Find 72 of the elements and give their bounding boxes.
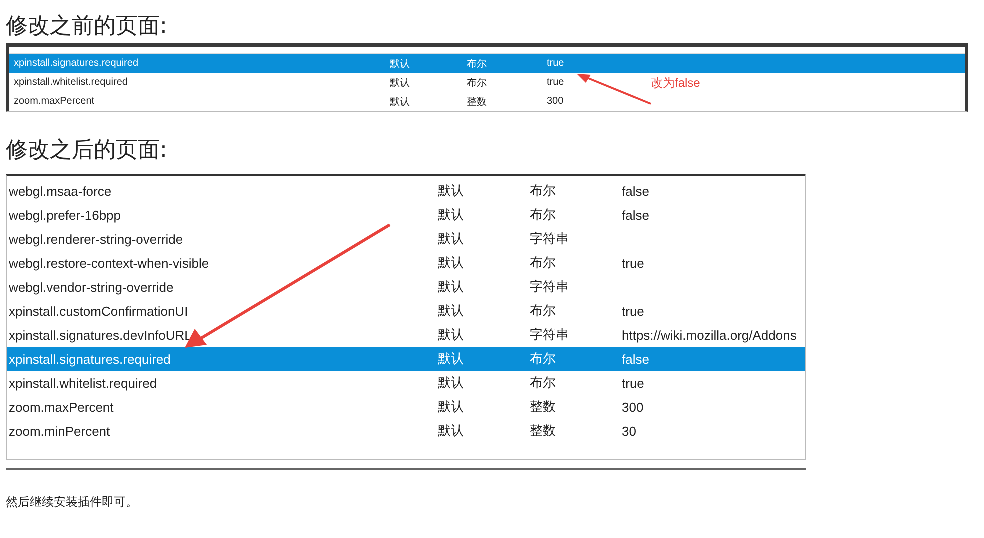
table-row[interactable]: zoom.maxPercent 默认 整数 300	[9, 92, 639, 111]
table-row[interactable]: webgl.msaa-force 默认 布尔 false	[7, 179, 805, 203]
table-cell-text: true	[622, 376, 646, 390]
table-row[interactable]: xpinstall.signatures.required 默认 布尔 true	[9, 54, 965, 73]
table-cell-text: xpinstall.signatures.devInfoURL	[9, 328, 193, 342]
table-cell-text: 默认	[390, 76, 411, 90]
table-cell-text: 30	[622, 424, 638, 438]
section-heading: 修改之前的页面:	[6, 13, 168, 41]
table-row[interactable]: xpinstall.whitelist.required 默认 布尔 true	[9, 73, 639, 92]
table-cell-text: 布尔	[530, 206, 557, 224]
table-row[interactable]: xpinstall.signatures.devInfoURL 默认 字符串 https://wiki.mozilla.org/Addons	[7, 323, 805, 347]
table-cell-text: xpinstall.whitelist.required	[9, 376, 158, 390]
table-row[interactable]: webgl.prefer-16bpp 默认 布尔 false	[7, 203, 805, 227]
table-cell-text: zoom.maxPercent	[14, 96, 96, 107]
table-cell-text: webgl.vendor-string-override	[9, 280, 175, 294]
table-cell-text: 整数	[530, 398, 557, 416]
table-cell-text: true	[622, 256, 646, 270]
table-cell-text: webgl.renderer-string-override	[9, 232, 184, 246]
table-cell-text: zoom.minPercent	[9, 424, 112, 438]
table-cell-text: https://wiki.mozilla.org/Addons	[622, 328, 798, 342]
table-cell-text: webgl.restore-context-when-visible	[9, 256, 210, 270]
table-row[interactable]: webgl.renderer-string-override 默认 字符串	[7, 227, 805, 251]
table-cell-text: false	[622, 184, 650, 198]
table-cell-text: 布尔	[467, 76, 488, 90]
table-row[interactable]: xpinstall.whitelist.required 默认 布尔 true	[7, 371, 805, 395]
table-cell-text: 默认	[438, 230, 465, 248]
table-cell-text: 默认	[438, 374, 465, 392]
table-cell-text: 默认	[438, 422, 465, 440]
table-cell-text: 布尔	[530, 350, 557, 368]
table-row[interactable]: zoom.minPercent 默认 整数 30	[7, 419, 805, 443]
paragraph-text: 然后继续安装插件即可。	[6, 494, 139, 511]
table-cell-text: webgl.prefer-16bpp	[9, 208, 122, 222]
table-cell-text: true	[622, 304, 646, 318]
table-cell-text: 默认	[438, 278, 465, 296]
table-cell-text: xpinstall.signatures.required	[9, 352, 172, 366]
table-cell-text: 布尔	[530, 182, 557, 200]
table-cell-text: xpinstall.signatures.required	[14, 58, 140, 69]
annotation-label: 改为false	[651, 75, 700, 92]
table-cell-text: xpinstall.customConfirmationUI	[9, 304, 190, 318]
table-cell-text: false	[622, 352, 650, 366]
table-cell-text: 默认	[390, 96, 411, 108]
table-cell-text: 布尔	[530, 374, 557, 392]
table-cell-text: 布尔	[467, 58, 488, 70]
table-cell-text: 整数	[530, 422, 557, 440]
table-row[interactable]: webgl.vendor-string-override 默认 字符串	[7, 275, 805, 299]
table-cell-text: 默认	[438, 182, 465, 200]
table-cell-text: 默认	[438, 398, 465, 416]
table-cell-text: 300	[622, 400, 645, 414]
table-cell: true	[547, 77, 564, 88]
table-cell-text: 布尔	[530, 302, 557, 320]
table-cell-text: 默认	[438, 206, 465, 224]
table-cell-text: 整数	[467, 96, 488, 108]
table-cell-text: false	[622, 208, 650, 222]
table-cell-text: webgl.msaa-force	[9, 184, 113, 198]
table-cell-text: zoom.maxPercent	[9, 400, 115, 414]
table-cell-text: 布尔	[530, 254, 557, 272]
table-cell-text: 默认	[438, 302, 465, 320]
table-cell: 300	[547, 96, 564, 107]
table-cell-text: 默认	[438, 350, 465, 368]
table-row[interactable]: xpinstall.customConfirmationUI 默认 布尔 true	[7, 299, 805, 323]
table-cell-text: 默认	[390, 58, 411, 70]
table-cell: true	[547, 58, 564, 69]
table-cell-text: 默认	[438, 326, 465, 344]
table-row[interactable]: xpinstall.signatures.required 默认 布尔 false	[7, 347, 805, 371]
table-cell-text: 字符串	[530, 278, 570, 296]
table-row[interactable]: webgl.restore-context-when-visible 默认 布尔 true	[7, 251, 805, 275]
table-cell-text: xpinstall.whitelist.required	[14, 77, 129, 88]
table-cell-text: 默认	[438, 254, 465, 272]
table-cell-text: 字符串	[530, 230, 570, 248]
table-cell-text: 字符串	[530, 326, 570, 344]
table-row[interactable]: zoom.maxPercent 默认 整数 300	[7, 395, 805, 419]
section-heading: 修改之后的页面:	[6, 137, 168, 165]
